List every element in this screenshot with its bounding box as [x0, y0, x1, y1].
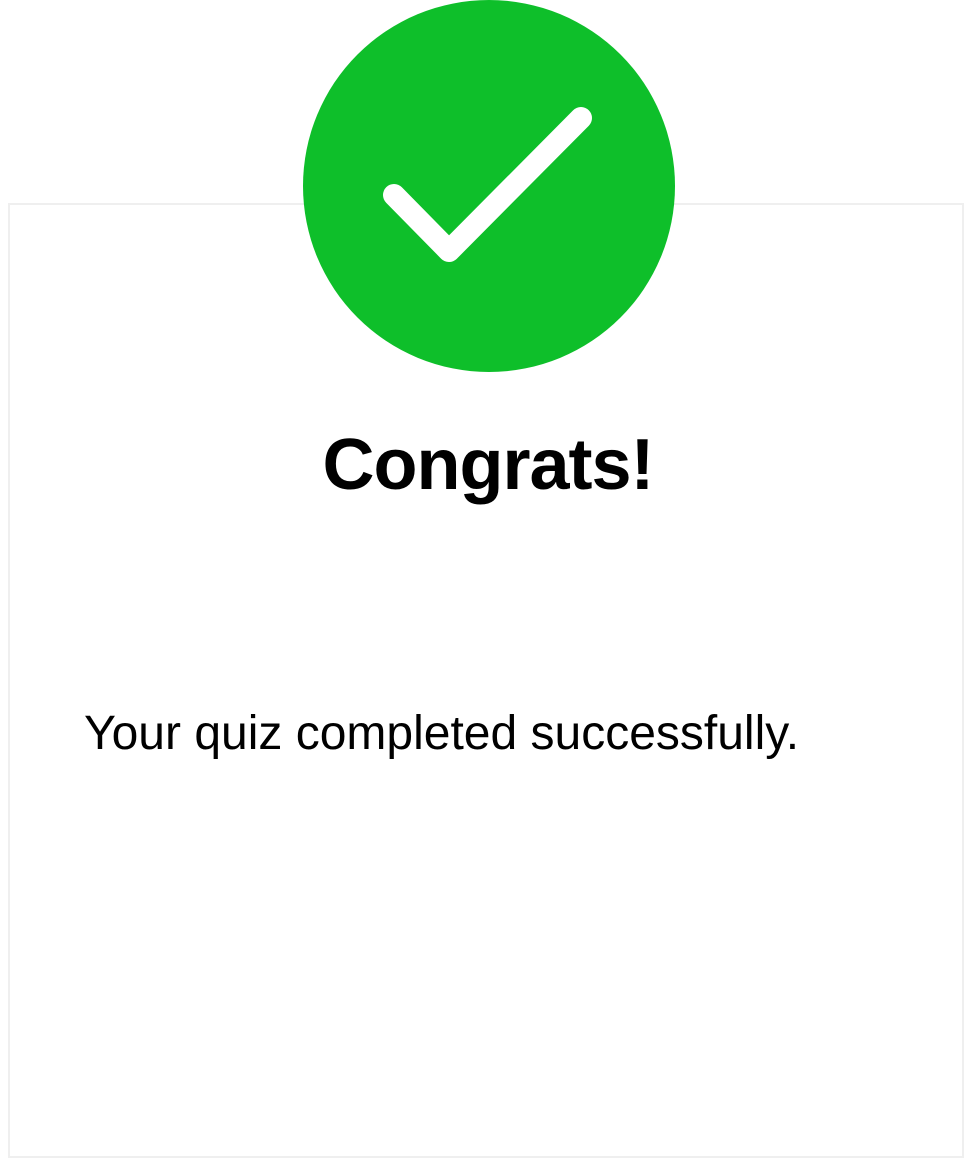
congrats-title: Congrats! — [322, 425, 655, 505]
completion-message: Your quiz completed successfully. — [84, 707, 800, 760]
quiz-complete-page: Congrats! Your quiz completed successful… — [0, 0, 976, 1168]
check-icon — [383, 107, 592, 262]
success-badge — [303, 0, 675, 372]
